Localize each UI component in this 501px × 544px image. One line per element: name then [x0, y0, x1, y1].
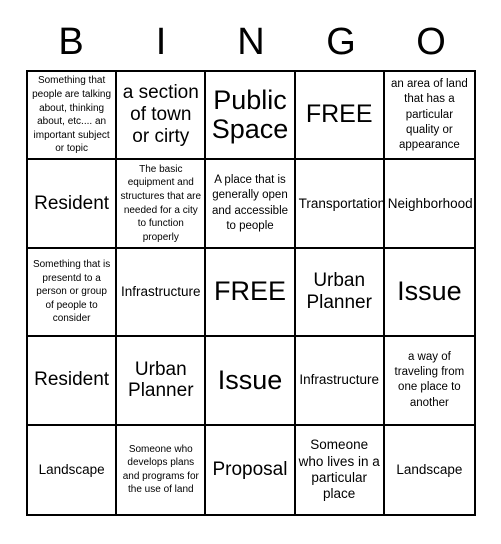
bingo-cell-label: Something that is presentd to a person o…	[32, 259, 111, 325]
bingo-cell[interactable]: Proposal	[206, 425, 296, 514]
bingo-cell-label: Resident	[34, 369, 110, 391]
bingo-cell-label: a section of town or cirty	[122, 82, 199, 148]
bingo-cell[interactable]: FREE	[206, 248, 296, 338]
bingo-cell-label: FREE	[213, 276, 286, 307]
header-letter-i: I	[155, 21, 167, 63]
bingo-cell-label: Transportation	[298, 195, 385, 211]
bingo-cell[interactable]: Infrastructure	[295, 337, 385, 426]
bingo-cell-label: Public Space	[211, 85, 289, 145]
bingo-header: B I N G O	[26, 18, 476, 66]
bingo-cell[interactable]: Transportation	[295, 160, 385, 249]
bingo-cell[interactable]: a way of traveling from one place to ano…	[384, 337, 474, 426]
bingo-cell-label: Someone who develops plans and programs …	[122, 443, 199, 496]
bingo-cell[interactable]: Neighborhood	[384, 160, 474, 249]
bingo-cell[interactable]: a section of town or cirty	[117, 72, 207, 161]
bingo-cell[interactable]: Landscape	[385, 426, 474, 514]
header-letter-n: N	[237, 21, 265, 63]
bingo-cell[interactable]: Urban Planner	[295, 248, 385, 338]
bingo-cell-label: Infrastructure	[121, 283, 201, 299]
bingo-cell-label: Neighborhood	[387, 195, 473, 211]
bingo-cell-label: Landscape	[38, 461, 105, 477]
bingo-cell[interactable]: Landscape	[28, 425, 118, 514]
bingo-card: B I N G O Something that people are talk…	[0, 0, 501, 544]
bingo-cell[interactable]: Someone who develops plans and programs …	[117, 425, 207, 514]
bingo-cell[interactable]: Urban Planner	[117, 337, 207, 426]
bingo-cell[interactable]: an area of land that has a particular qu…	[384, 72, 474, 161]
header-letter-g: G	[326, 21, 356, 63]
bingo-cell-label: The basic equipment and structures that …	[120, 163, 202, 243]
bingo-cell-label: Resident	[34, 192, 110, 214]
bingo-cell-label: an area of land that has a particular qu…	[391, 78, 468, 151]
bingo-cell-label: A place that is generally open and acces…	[211, 174, 289, 232]
bingo-cell[interactable]: Someone who lives in a particular place	[296, 425, 385, 514]
header-letter-b: B	[58, 21, 84, 63]
bingo-cell[interactable]: Infrastructure	[117, 248, 207, 338]
bingo-cell-label: Something that people are talking about,…	[32, 75, 112, 155]
header-letter-o: O	[416, 21, 446, 63]
bingo-cell[interactable]: Issue	[384, 249, 474, 338]
bingo-cell[interactable]: The basic equipment and structures that …	[117, 160, 207, 249]
bingo-cell[interactable]: Public Space	[206, 72, 296, 161]
bingo-grid: Something that people are talking about,…	[26, 70, 476, 516]
bingo-cell-label: Someone who lives in a particular place	[298, 437, 380, 501]
bingo-cell-label: Issue	[397, 276, 462, 307]
bingo-cell[interactable]: FREE	[295, 72, 385, 161]
bingo-cell-label: Infrastructure	[299, 372, 379, 388]
bingo-cell[interactable]: Resident	[28, 337, 118, 426]
bingo-cell[interactable]: Resident	[28, 160, 118, 249]
bingo-cell[interactable]: Something that people are talking about,…	[28, 72, 118, 161]
bingo-cell[interactable]: Issue	[206, 337, 296, 426]
bingo-cell-label: Issue	[217, 364, 283, 395]
bingo-cell-label: Urban Planner	[306, 270, 372, 313]
bingo-cell-label: Landscape	[396, 461, 463, 477]
bingo-cell[interactable]: Something that is presentd to a person o…	[28, 248, 118, 338]
bingo-cell[interactable]: A place that is generally open and acces…	[206, 160, 296, 249]
bingo-cell-label: Urban Planner	[128, 358, 194, 402]
bingo-cell-label: a way of traveling from one place to ano…	[394, 351, 465, 409]
bingo-cell-label: Proposal	[212, 458, 288, 480]
bingo-cell-label: FREE	[305, 100, 373, 129]
